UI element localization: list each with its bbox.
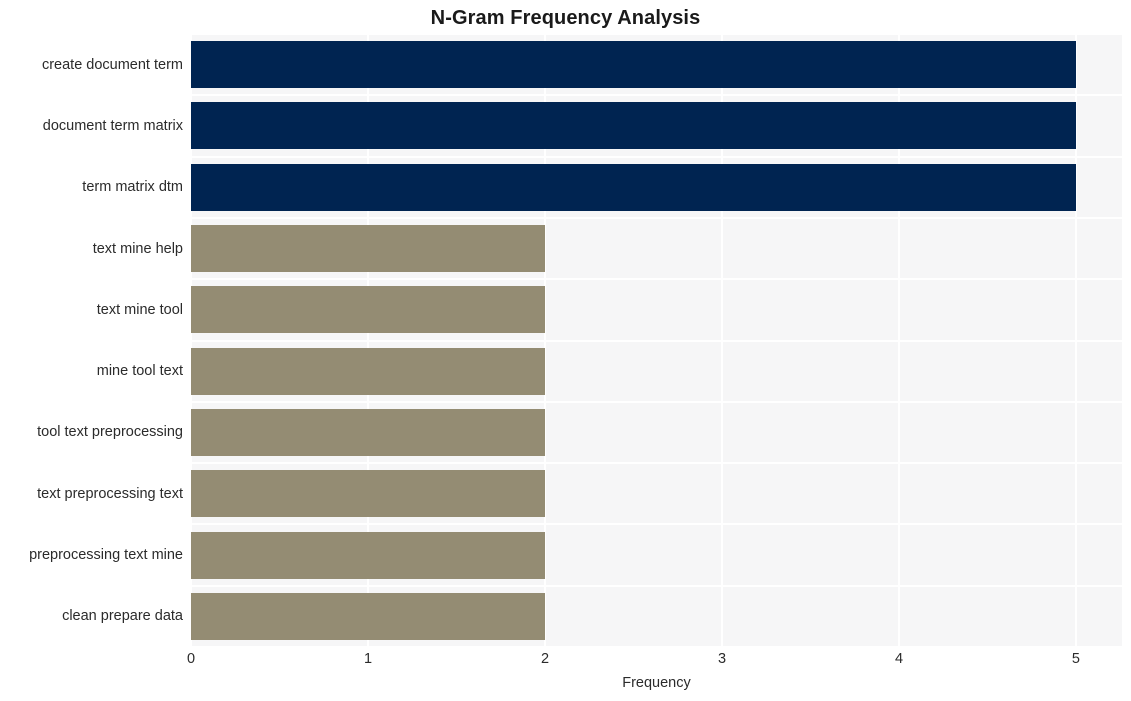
bar bbox=[191, 286, 545, 334]
y-axis-tick-label: preprocessing text mine bbox=[29, 547, 183, 564]
bar bbox=[191, 163, 1076, 211]
y-axis-tick-labels: create document term document term matrix… bbox=[0, 34, 187, 647]
gridline-horizontal bbox=[191, 462, 1122, 465]
y-axis-tick-label: mine tool text bbox=[96, 363, 183, 380]
gridline-horizontal bbox=[191, 94, 1122, 97]
gridline-horizontal bbox=[191, 278, 1122, 281]
bar bbox=[191, 531, 545, 579]
x-axis-title: Frequency bbox=[622, 675, 691, 691]
gridline-horizontal bbox=[191, 155, 1122, 158]
bar bbox=[191, 225, 545, 273]
chart-title: N-Gram Frequency Analysis bbox=[430, 7, 701, 29]
y-axis-tick-label: clean prepare data bbox=[62, 608, 183, 625]
x-axis-tick-label: 3 bbox=[717, 651, 727, 667]
gridline-horizontal bbox=[191, 400, 1122, 403]
chart-figure: N-Gram Frequency Analysis create documen… bbox=[0, 0, 1131, 701]
gridline-horizontal bbox=[191, 523, 1122, 526]
bar bbox=[191, 41, 1076, 89]
plot-area bbox=[191, 34, 1122, 647]
bar bbox=[191, 470, 545, 518]
y-axis-tick-label: text mine tool bbox=[96, 301, 183, 318]
y-axis-tick-label: text preprocessing text bbox=[37, 485, 183, 502]
bar bbox=[191, 592, 545, 640]
y-axis-tick-label: text mine help bbox=[92, 240, 183, 257]
bar bbox=[191, 408, 545, 456]
y-axis-tick-label: tool text preprocessing bbox=[37, 424, 183, 441]
gridline-horizontal bbox=[191, 339, 1122, 342]
x-axis-tick-labels: 0 1 2 3 4 5 bbox=[0, 649, 1131, 673]
bar bbox=[191, 102, 1076, 150]
y-axis-tick-label: term matrix dtm bbox=[82, 179, 183, 196]
gridline-horizontal bbox=[191, 34, 1122, 35]
x-axis-tick-label: 2 bbox=[540, 651, 550, 667]
y-axis-tick-label: create document term bbox=[41, 56, 183, 73]
y-axis-tick-label: document term matrix bbox=[42, 117, 183, 134]
gridline-horizontal bbox=[191, 584, 1122, 587]
bar bbox=[191, 347, 545, 395]
gridline-horizontal bbox=[191, 216, 1122, 219]
x-axis-tick-label: 1 bbox=[363, 651, 373, 667]
x-axis-tick-label: 4 bbox=[894, 651, 904, 667]
gridline-horizontal bbox=[191, 646, 1122, 647]
x-axis-tick-label: 5 bbox=[1071, 651, 1080, 667]
x-axis-tick-label: 0 bbox=[186, 651, 196, 667]
